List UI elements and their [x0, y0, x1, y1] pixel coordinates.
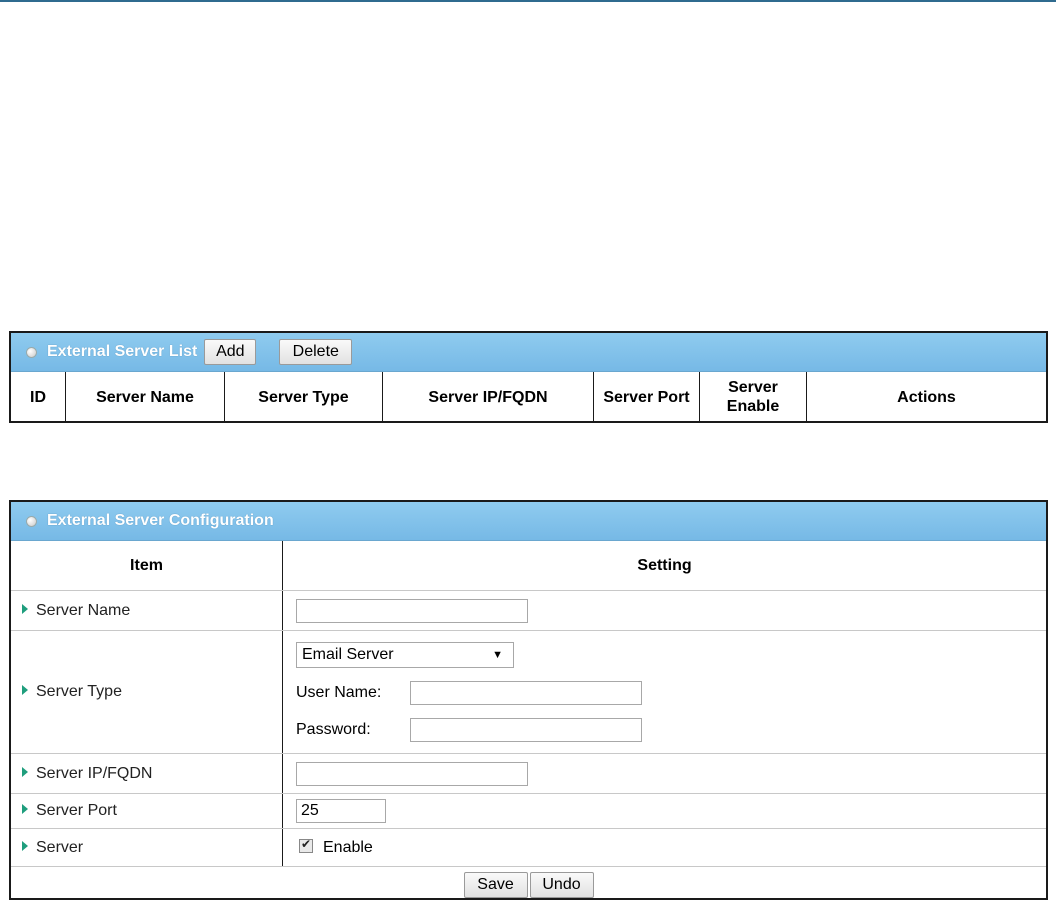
col-id: ID — [11, 372, 66, 422]
save-button[interactable]: Save — [463, 871, 528, 898]
server-type-label-cell: Server Type — [11, 630, 283, 754]
col-server-port: Server Port — [593, 372, 700, 422]
list-header: External Server List Add Delete — [11, 333, 1046, 372]
server-port-label-cell: Server Port — [11, 793, 283, 829]
server-type-value: Email Server — [302, 646, 394, 663]
arrow-right-icon — [22, 603, 28, 614]
action-buttons-cell: Save Undo — [11, 867, 1046, 903]
col-server-name: Server Name — [65, 372, 225, 422]
delete-button[interactable]: Delete — [279, 339, 353, 365]
col-server-enable: Server Enable — [699, 372, 807, 422]
password-input[interactable] — [410, 718, 642, 742]
config-head-row: Item Setting — [11, 541, 1046, 591]
server-ip-label: Server IP/FQDN — [36, 764, 153, 782]
row-server-port: Server Port — [11, 793, 1046, 829]
enable-checkbox[interactable] — [299, 837, 313, 853]
server-name-label: Server Name — [36, 601, 131, 619]
col-server-ip: Server IP/FQDN — [382, 372, 594, 422]
row-server-ip: Server IP/FQDN — [11, 753, 1046, 794]
server-type-setting: Email Server ▼ User Name: Password: — [282, 630, 1046, 754]
server-enable-label-cell: Server — [11, 828, 283, 867]
server-label: Server — [36, 838, 84, 856]
user-name-row: User Name: — [296, 681, 1045, 705]
external-server-list-panel: External Server List Add Delete ID Serve… — [9, 331, 1048, 423]
list-title: External Server List — [47, 343, 198, 360]
server-list-table: ID Server Name Server Type Server IP/FQD… — [11, 372, 1046, 422]
arrow-right-icon — [22, 840, 28, 851]
top-rule — [0, 0, 1056, 2]
server-port-input[interactable] — [296, 799, 386, 823]
config-header: External Server Configuration — [11, 502, 1046, 541]
server-ip-setting — [282, 753, 1046, 794]
col-actions: Actions — [897, 388, 956, 406]
enable-label: Enable — [323, 838, 373, 856]
server-ip-input[interactable] — [296, 761, 528, 786]
row-actions: Save Undo — [11, 867, 1046, 903]
bullet-icon — [26, 346, 37, 358]
server-name-input[interactable] — [296, 598, 528, 623]
user-name-input[interactable] — [410, 681, 642, 705]
server-ip-label-cell: Server IP/FQDN — [11, 753, 283, 794]
row-server-name: Server Name — [11, 590, 1046, 631]
bullet-icon — [26, 515, 37, 527]
password-label: Password: — [296, 721, 371, 738]
row-server-type: Server Type Email Server ▼ User Name: Pa… — [11, 630, 1046, 754]
head-setting: Setting — [282, 541, 1046, 591]
add-button[interactable]: Add — [204, 339, 257, 365]
list-header-row: ID Server Name Server Type Server IP/FQD… — [11, 372, 1046, 422]
server-port-label: Server Port — [36, 802, 117, 819]
arrow-right-icon — [22, 685, 28, 695]
server-name-label-cell: Server Name — [11, 590, 283, 631]
dropdown-arrow-icon: ▼ — [492, 649, 503, 661]
user-name-label: User Name: — [296, 684, 382, 701]
password-row: Password: — [296, 718, 1045, 742]
server-port-setting — [282, 793, 1046, 829]
arrow-right-icon — [22, 766, 28, 777]
server-name-setting — [282, 590, 1046, 631]
config-table: Item Setting Server Name Server Type Ema… — [11, 541, 1046, 903]
config-title: External Server Configuration — [47, 512, 274, 529]
external-server-config-panel: External Server Configuration Item Setti… — [9, 500, 1048, 900]
server-type-select[interactable]: Email Server ▼ — [296, 642, 514, 668]
col-server-type: Server Type — [224, 372, 383, 422]
row-server-enable: Server Enable — [11, 828, 1046, 867]
server-enable-setting: Enable — [282, 828, 1046, 867]
head-item: Item — [11, 541, 283, 591]
arrow-right-icon — [22, 804, 28, 814]
undo-button[interactable]: Undo — [529, 871, 594, 898]
server-type-label: Server Type — [36, 683, 122, 700]
